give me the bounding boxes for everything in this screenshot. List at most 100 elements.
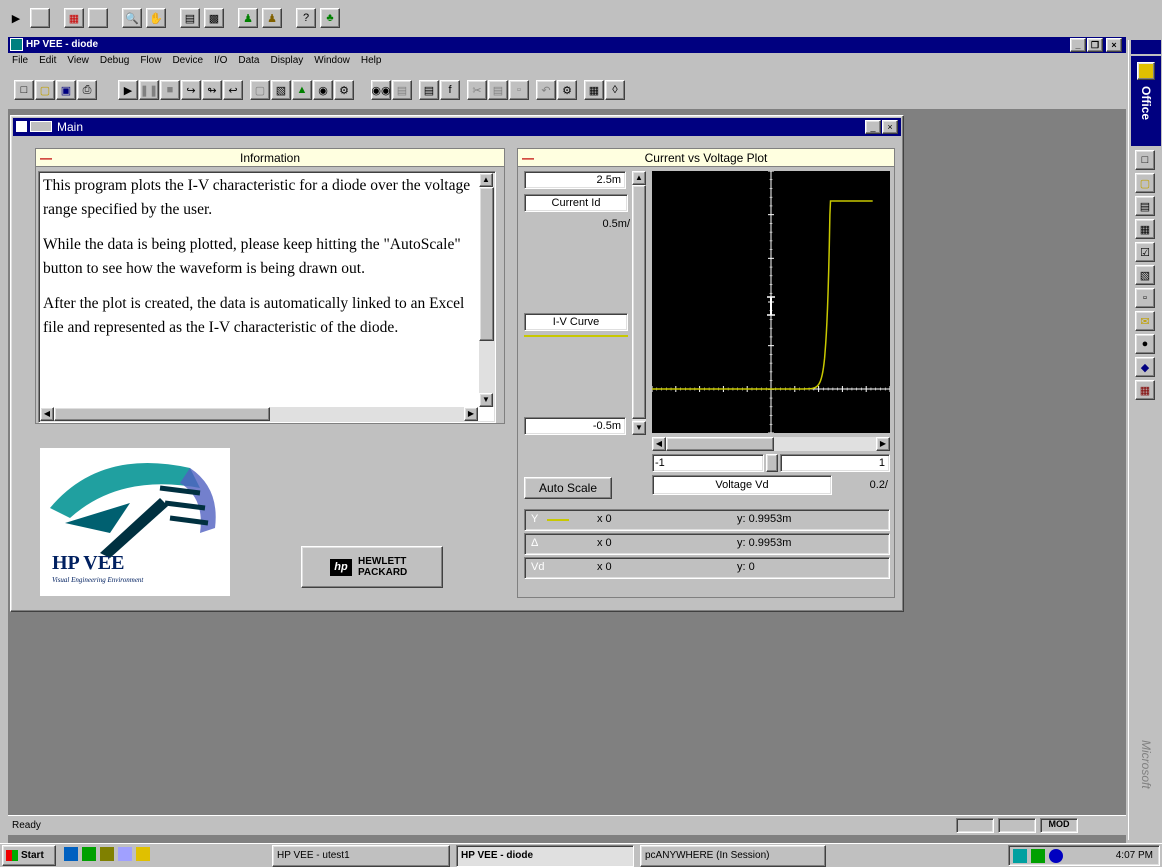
info-vscrollbar[interactable]: ▲ ▼ [479, 173, 494, 407]
menu-edit[interactable]: Edit [39, 55, 56, 70]
task-button[interactable]: HP VEE - utest1 [272, 845, 450, 867]
settings-icon[interactable]: ⚙ [557, 80, 577, 100]
outlook-express-icon[interactable] [118, 847, 132, 861]
find-icon[interactable]: ◉◉ [371, 80, 391, 100]
frame-icon[interactable] [88, 8, 108, 28]
trace-label[interactable]: I-V Curve [524, 313, 628, 331]
copy-icon[interactable]: ▤ [488, 80, 508, 100]
zoom-icon[interactable]: 🔍 [122, 8, 142, 28]
appointment-icon[interactable]: ▦ [1135, 219, 1155, 239]
grid-icon[interactable]: ▦ [64, 8, 84, 28]
panel-view-icon[interactable]: ▦ [584, 80, 604, 100]
x-range-slider[interactable] [766, 454, 778, 472]
properties-icon[interactable]: ▤ [180, 8, 200, 28]
function-icon[interactable]: f [440, 80, 460, 100]
open-document-icon[interactable]: ▢ [1135, 173, 1155, 193]
info-text-box[interactable]: This program plots the I-V characteristi… [38, 171, 496, 423]
scroll-left-icon[interactable]: ◀ [40, 407, 54, 421]
detail-view-icon[interactable]: ◊ [605, 80, 625, 100]
info-hscrollbar[interactable]: ◀ ▶ [40, 407, 478, 421]
contact-icon[interactable]: ▧ [1135, 265, 1155, 285]
main-minimize-button[interactable]: _ [865, 120, 881, 134]
show-data-icon[interactable]: ▧ [271, 80, 291, 100]
stop-icon[interactable]: ■ [160, 80, 180, 100]
group-icon[interactable]: ♟ [262, 8, 282, 28]
scroll-down-icon[interactable]: ▼ [479, 393, 493, 407]
cut-icon[interactable]: ✂ [467, 80, 487, 100]
menu-window[interactable]: Window [314, 55, 350, 70]
scroll-up-icon[interactable]: ▲ [479, 173, 493, 187]
menu-help[interactable]: Help [361, 55, 382, 70]
network-icon[interactable] [1013, 849, 1027, 863]
pause-icon[interactable]: ❚❚ [139, 80, 159, 100]
x-scrollbar[interactable]: ◀ ▶ [652, 437, 890, 451]
task-button[interactable]: pcANYWHERE (In Session) [640, 845, 826, 867]
restore-button[interactable]: ❐ [1087, 38, 1103, 52]
x-min-field[interactable]: -1 [652, 454, 764, 472]
scroll-right-icon[interactable]: ▶ [464, 407, 478, 421]
view-toggle-icon[interactable] [30, 121, 52, 132]
menu-display[interactable]: Display [271, 55, 304, 70]
y-min-field[interactable]: -0.5m [524, 417, 626, 435]
paste-icon[interactable]: ▫ [509, 80, 529, 100]
desktop-icon[interactable] [82, 847, 96, 861]
y-scroll-thumb[interactable] [632, 185, 646, 419]
iv-plot-area[interactable] [652, 171, 890, 433]
breakpoint-icon[interactable]: ◉ [313, 80, 333, 100]
start-button[interactable]: Start [2, 845, 56, 866]
close-button[interactable]: × [1106, 38, 1122, 52]
collapse-icon[interactable]: — [40, 149, 52, 167]
y-scrollbar[interactable]: ▲ ▼ [632, 171, 646, 435]
play-icon[interactable]: ▶ [6, 8, 26, 28]
x-scroll-left-icon[interactable]: ◀ [652, 437, 666, 451]
messenger-icon[interactable] [1049, 849, 1063, 863]
show-flow-icon[interactable]: ▢ [250, 80, 270, 100]
note-icon[interactable]: ▫ [1135, 288, 1155, 308]
find-next-icon[interactable]: ▤ [392, 80, 412, 100]
message-icon[interactable]: ✉ [1135, 311, 1155, 331]
journal-icon[interactable]: ▤ [1135, 196, 1155, 216]
hand-icon[interactable]: ✋ [146, 8, 166, 28]
line-probe-icon[interactable]: ▲ [292, 80, 312, 100]
info-hscroll-thumb[interactable] [54, 407, 270, 421]
new-icon[interactable]: □ [14, 80, 34, 100]
autoscale-button[interactable]: Auto Scale [524, 477, 612, 499]
x-axis-label[interactable]: Voltage Vd [652, 475, 832, 495]
undo-icon[interactable]: ↶ [536, 80, 556, 100]
answer-wizard-icon[interactable]: ● [1135, 334, 1155, 354]
task-icon[interactable]: ☑ [1135, 242, 1155, 262]
minimize-button[interactable]: _ [1070, 38, 1086, 52]
x-scroll-thumb[interactable] [666, 437, 774, 451]
menu-device[interactable]: Device [172, 55, 203, 70]
window-icon[interactable] [30, 8, 50, 28]
plot-collapse-icon[interactable]: — [522, 149, 534, 167]
internet-explorer-icon[interactable] [64, 847, 78, 861]
outlook-icon[interactable]: ◆ [1135, 357, 1155, 377]
open-icon[interactable]: ▢ [35, 80, 55, 100]
info-vscroll-thumb[interactable] [479, 187, 494, 341]
menu-file[interactable]: File [12, 55, 28, 70]
launch-icon[interactable] [136, 847, 150, 861]
save-icon[interactable]: ▣ [56, 80, 76, 100]
channels-icon[interactable] [100, 847, 114, 861]
run-icon[interactable]: ▶ [118, 80, 138, 100]
y-scroll-down-icon[interactable]: ▼ [632, 421, 646, 435]
y-scroll-up-icon[interactable]: ▲ [632, 171, 646, 185]
access-icon[interactable]: ▦ [1135, 380, 1155, 400]
menu-data[interactable]: Data [238, 55, 259, 70]
y-max-field[interactable]: 2.5m [524, 171, 626, 189]
menu-io[interactable]: I/O [214, 55, 227, 70]
menu-view[interactable]: View [67, 55, 89, 70]
office-logo-icon[interactable] [1137, 62, 1155, 80]
image-icon[interactable]: ▩ [204, 8, 224, 28]
x-scroll-right-icon[interactable]: ▶ [876, 437, 890, 451]
y-axis-label[interactable]: Current Id [524, 194, 628, 212]
print-icon[interactable]: ⎙ [77, 80, 97, 100]
step-into-icon[interactable]: ↪ [181, 80, 201, 100]
instrument-icon[interactable]: ▤ [419, 80, 439, 100]
x-max-field[interactable]: 1 [780, 454, 890, 472]
task-button-active[interactable]: HP VEE - diode [456, 845, 634, 867]
step-over-icon[interactable]: ↬ [202, 80, 222, 100]
watch-icon[interactable]: ⚙ [334, 80, 354, 100]
main-close-button[interactable]: × [882, 120, 898, 134]
